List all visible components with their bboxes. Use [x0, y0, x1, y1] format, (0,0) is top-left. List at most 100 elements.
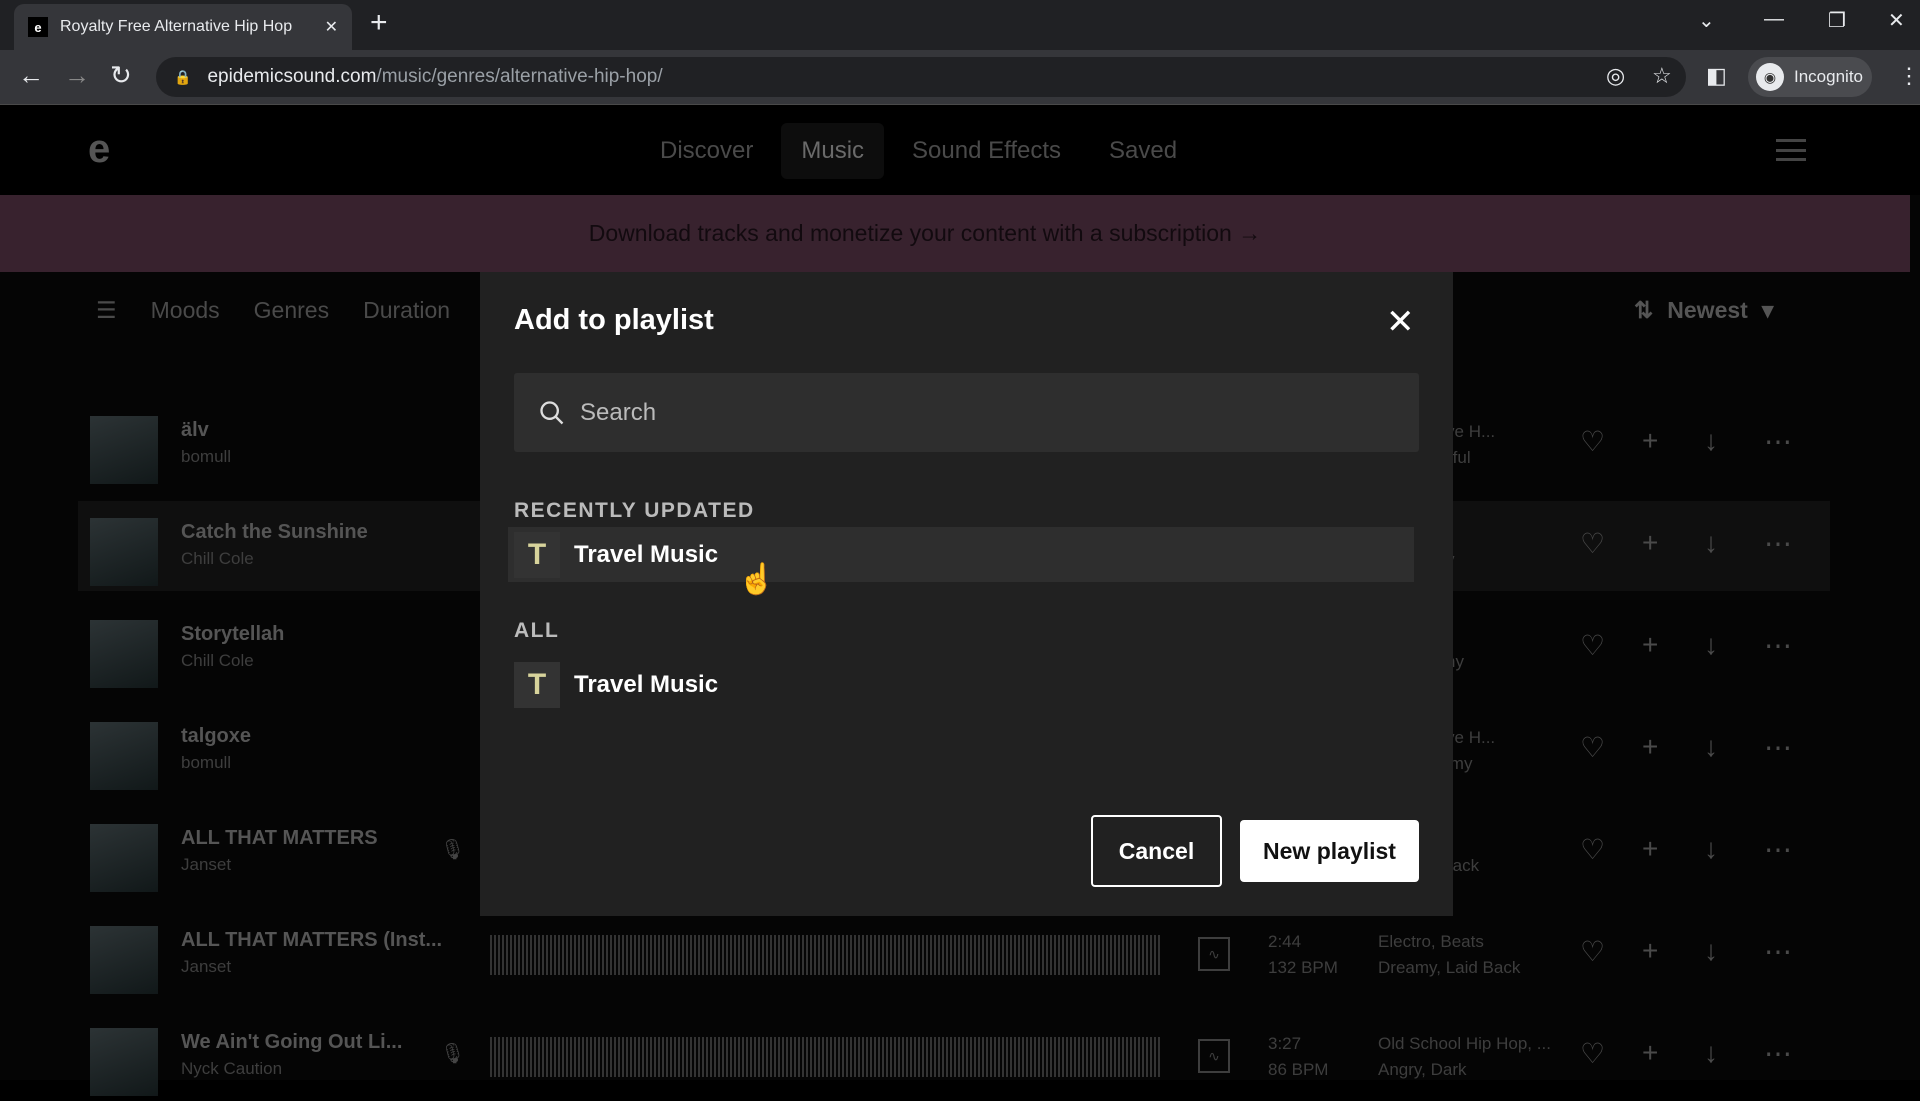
close-window-button[interactable]: ✕: [1888, 8, 1905, 33]
favorite-heart-icon[interactable]: ♡: [1580, 527, 1605, 560]
add-icon[interactable]: +: [1642, 935, 1658, 967]
track-title[interactable]: We Ain't Going Out Li...: [181, 1031, 402, 1054]
profile-label: Incognito: [1794, 67, 1863, 86]
favorite-heart-icon[interactable]: ♡: [1580, 731, 1605, 764]
new-tab-button[interactable]: +: [370, 6, 388, 40]
restore-button[interactable]: ❐: [1828, 8, 1846, 33]
more-options-icon[interactable]: ⋯: [1764, 425, 1792, 458]
more-options-icon[interactable]: ⋯: [1764, 527, 1792, 560]
filter-genres[interactable]: Genres: [254, 297, 329, 324]
track-cover[interactable]: [90, 722, 158, 790]
filter-moods[interactable]: Moods: [151, 297, 220, 324]
tracking-protection-icon[interactable]: ◎: [1606, 63, 1625, 89]
download-icon[interactable]: ↓: [1704, 527, 1718, 559]
add-icon[interactable]: +: [1642, 527, 1658, 559]
download-icon[interactable]: ↓: [1704, 833, 1718, 865]
track-title[interactable]: Storytellah: [181, 623, 284, 646]
favorite-heart-icon[interactable]: ♡: [1580, 629, 1605, 662]
track-row[interactable]: ALL THAT MATTERS (Inst... Janset ∿ 2:44 132…: [78, 909, 1830, 999]
track-duration-bpm: 3:27 86 BPM: [1268, 1031, 1328, 1083]
track-artist[interactable]: Janset: [181, 855, 231, 875]
close-tab-icon[interactable]: ✕: [325, 17, 338, 37]
back-icon[interactable]: ←: [18, 60, 44, 91]
close-icon[interactable]: ✕: [1386, 302, 1415, 342]
favorite-heart-icon[interactable]: ♡: [1580, 935, 1605, 968]
track-title[interactable]: ALL THAT MATTERS: [181, 827, 378, 850]
browser-toolbar: ← → ↻ 🔒 epidemicsound.com/music/genres/a…: [0, 50, 1920, 105]
forward-icon[interactable]: →: [64, 60, 90, 91]
cancel-button[interactable]: Cancel: [1091, 815, 1222, 887]
track-artist[interactable]: Nyck Caution: [181, 1059, 282, 1079]
nav-saved[interactable]: Saved: [1089, 123, 1197, 179]
menu-icon[interactable]: [1776, 139, 1806, 161]
more-options-icon[interactable]: ⋯: [1764, 1037, 1792, 1070]
url-path: /music/genres/alternative-hip-hop/: [376, 66, 663, 87]
favorite-heart-icon[interactable]: ♡: [1580, 1037, 1605, 1070]
side-panel-icon[interactable]: ◧: [1706, 63, 1727, 89]
reload-icon[interactable]: ↻: [110, 60, 132, 91]
track-title[interactable]: älv: [181, 419, 209, 442]
epidemic-favicon-icon: e: [28, 17, 48, 37]
waveform[interactable]: [490, 1037, 1160, 1077]
favorite-heart-icon[interactable]: ♡: [1580, 425, 1605, 458]
browser-menu-icon[interactable]: ⋮: [1898, 63, 1920, 89]
more-options-icon[interactable]: ⋯: [1764, 629, 1792, 662]
track-cover[interactable]: [90, 416, 158, 484]
more-options-icon[interactable]: ⋯: [1764, 935, 1792, 968]
waveform[interactable]: [490, 935, 1160, 975]
search-input[interactable]: [580, 398, 1380, 427]
track-title[interactable]: Catch the Sunshine: [181, 521, 368, 544]
track-row[interactable]: We Ain't Going Out Li... Nyck Caution 🎙 ∿ 3…: [78, 1011, 1830, 1101]
subscription-banner[interactable]: Download tracks and monetize your conten…: [0, 195, 1910, 272]
track-artist[interactable]: Chill Cole: [181, 651, 254, 671]
vocals-icon: 🎙: [440, 839, 466, 861]
more-options-icon[interactable]: ⋯: [1764, 833, 1792, 866]
playlist-item-recent[interactable]: T Travel Music: [508, 527, 1414, 582]
stems-icon[interactable]: ∿: [1198, 937, 1230, 971]
browser-tab[interactable]: e Royalty Free Alternative Hip Hop ✕: [14, 4, 352, 50]
track-tags: Old School Hip Hop, ... Angry, Dark: [1378, 1031, 1551, 1083]
download-icon[interactable]: ↓: [1704, 731, 1718, 763]
nav-music[interactable]: Music: [781, 123, 885, 179]
incognito-profile[interactable]: ◉ Incognito: [1748, 57, 1872, 97]
add-icon[interactable]: +: [1642, 1037, 1658, 1069]
playlist-item[interactable]: T Travel Music: [508, 657, 1414, 712]
download-icon[interactable]: ↓: [1704, 629, 1718, 661]
bookmark-star-icon[interactable]: ☆: [1652, 63, 1672, 89]
more-options-icon[interactable]: ⋯: [1764, 731, 1792, 764]
tab-title: Royalty Free Alternative Hip Hop: [60, 18, 293, 35]
track-cover[interactable]: [90, 1028, 158, 1096]
add-icon[interactable]: +: [1642, 629, 1658, 661]
add-icon[interactable]: +: [1642, 425, 1658, 457]
track-title[interactable]: ALL THAT MATTERS (Inst...: [181, 929, 442, 952]
add-icon[interactable]: +: [1642, 833, 1658, 865]
new-playlist-button[interactable]: New playlist: [1240, 820, 1419, 882]
nav-sound-effects[interactable]: Sound Effects: [892, 123, 1081, 179]
stems-icon[interactable]: ∿: [1198, 1039, 1230, 1073]
track-cover[interactable]: [90, 620, 158, 688]
tab-search-icon[interactable]: ⌄: [1698, 8, 1715, 33]
track-artist[interactable]: Chill Cole: [181, 549, 254, 569]
nav-discover[interactable]: Discover: [640, 123, 773, 179]
track-artist[interactable]: Janset: [181, 957, 231, 977]
playlist-search[interactable]: [514, 373, 1419, 452]
track-cover[interactable]: [90, 926, 158, 994]
filter-duration[interactable]: Duration: [363, 297, 450, 324]
track-cover[interactable]: [90, 518, 158, 586]
download-icon[interactable]: ↓: [1704, 425, 1718, 457]
track-artist[interactable]: bomull: [181, 753, 231, 773]
download-icon[interactable]: ↓: [1704, 1037, 1718, 1069]
track-cover[interactable]: [90, 824, 158, 892]
favorite-heart-icon[interactable]: ♡: [1580, 833, 1605, 866]
minimize-button[interactable]: —: [1764, 8, 1784, 31]
filter-sliders-icon[interactable]: ☰: [96, 297, 117, 324]
sort-dropdown[interactable]: ⇅ Newest ▾: [1634, 297, 1773, 324]
add-icon[interactable]: +: [1642, 731, 1658, 763]
chevron-down-icon: ▾: [1761, 297, 1774, 323]
track-title[interactable]: talgoxe: [181, 725, 251, 748]
address-bar[interactable]: 🔒 epidemicsound.com/music/genres/alterna…: [156, 57, 1686, 97]
site-header: e Discover Music Sound Effects Saved: [0, 105, 1920, 195]
epidemic-logo[interactable]: e: [88, 127, 110, 172]
track-artist[interactable]: bomull: [181, 447, 231, 467]
download-icon[interactable]: ↓: [1704, 935, 1718, 967]
